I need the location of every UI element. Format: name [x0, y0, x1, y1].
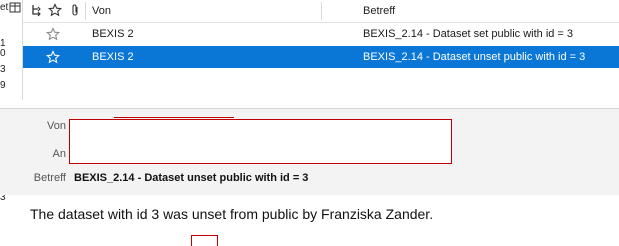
redacted-box: [191, 235, 218, 246]
paperclip-icon[interactable]: [68, 3, 82, 17]
star-icon[interactable]: [46, 50, 60, 64]
message-body-text: The dataset with id 3 was unset from pub…: [30, 206, 434, 222]
column-separator[interactable]: [321, 2, 322, 20]
folder-pane-fragment: 3: [0, 64, 6, 75]
star-icon[interactable]: [48, 3, 62, 17]
message-from: BEXIS 2: [92, 28, 134, 40]
message-subject: BEXIS_2.14 - Dataset set public with id …: [363, 28, 574, 40]
thread-icon[interactable]: [30, 3, 44, 17]
message-list-header: Von Betreff: [23, 0, 619, 23]
column-header-subject[interactable]: Betreff: [363, 5, 395, 17]
message-row[interactable]: BEXIS 2 BEXIS_2.14 - Dataset set public …: [23, 23, 619, 45]
folder-pane-fragment: 0: [0, 48, 6, 59]
redacted-address-box: [69, 119, 452, 164]
folder-pane-fragment: 9: [0, 80, 6, 91]
subject-value: BEXIS_2.14 - Dataset unset public with i…: [74, 172, 309, 184]
message-from: BEXIS 2: [92, 51, 134, 63]
column-separator[interactable]: [85, 2, 86, 20]
from-label: Von: [47, 120, 66, 132]
message-subject: BEXIS_2.14 - Dataset unset public with i…: [363, 51, 586, 63]
star-icon[interactable]: [46, 27, 60, 41]
column-picker-icon[interactable]: [9, 1, 21, 13]
column-header-from[interactable]: Von: [92, 5, 111, 17]
folder-pane-fragment: et: [0, 2, 9, 13]
redaction-mark: [114, 117, 234, 118]
to-label: An: [52, 148, 66, 160]
subject-label: Betreff: [33, 172, 66, 184]
message-row-selected[interactable]: BEXIS 2 BEXIS_2.14 - Dataset unset publi…: [23, 46, 619, 68]
